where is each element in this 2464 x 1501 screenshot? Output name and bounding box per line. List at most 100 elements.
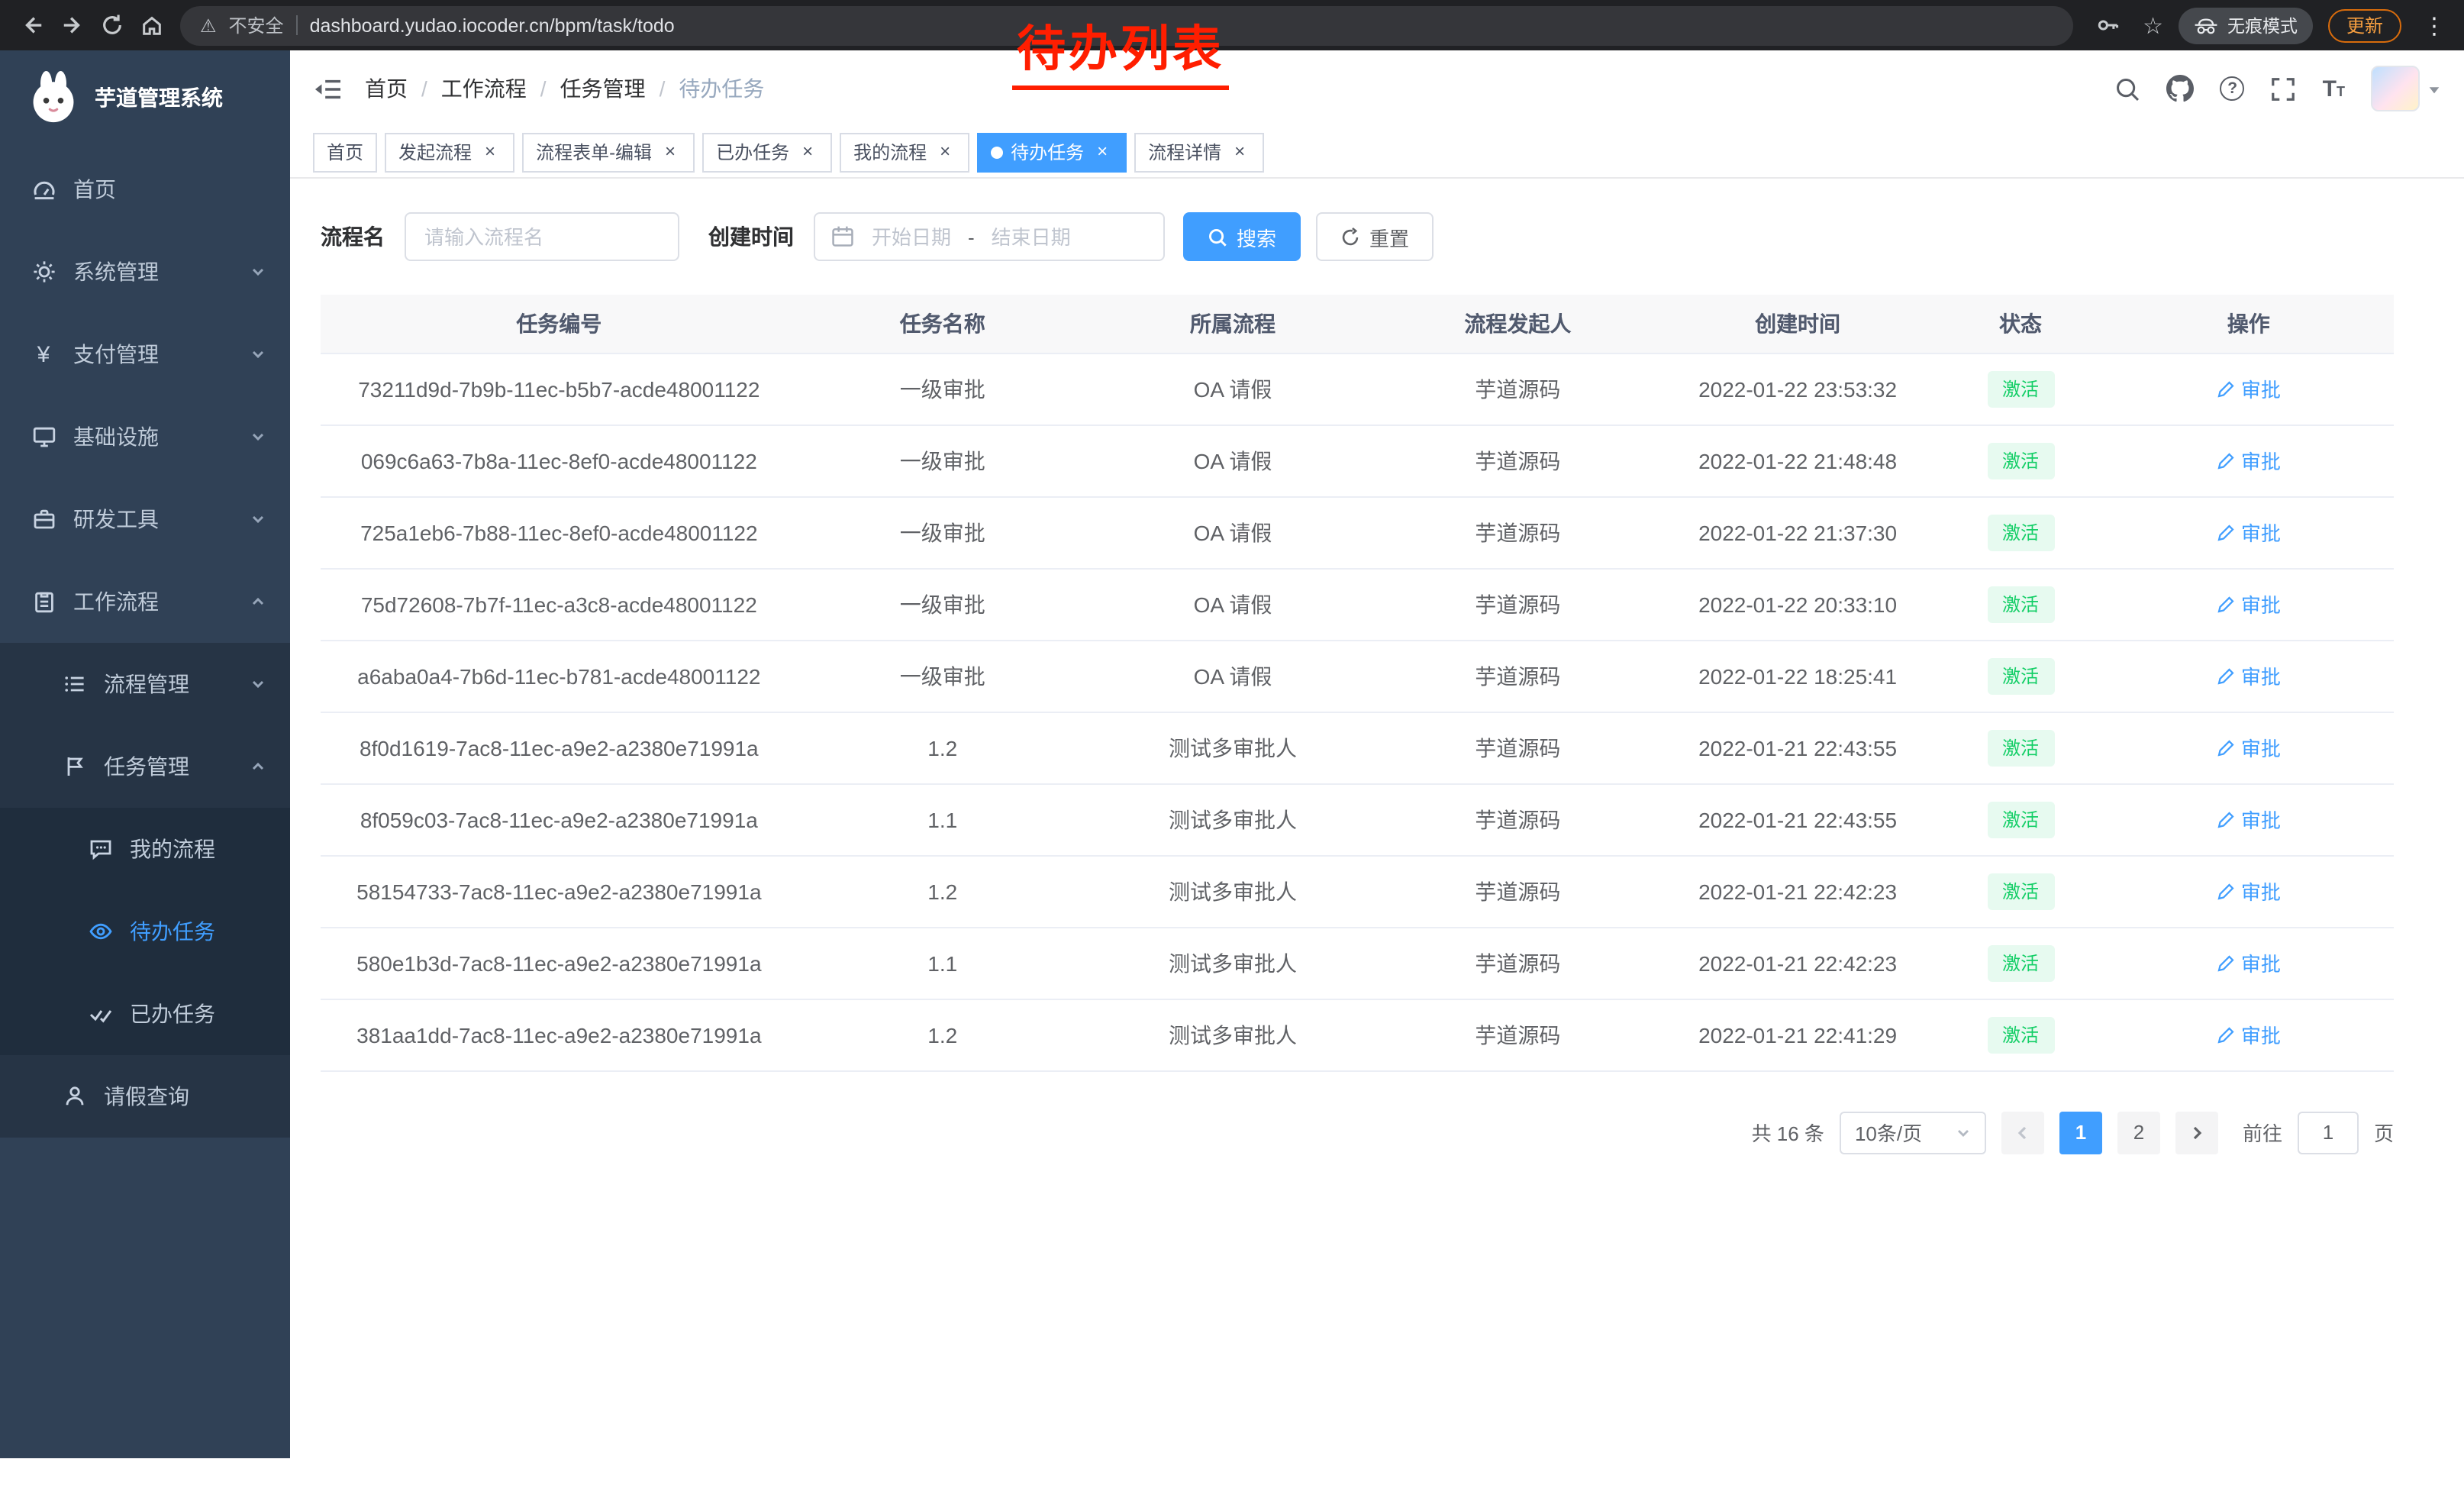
sidebar-item-label: 请假查询 (104, 1081, 189, 1112)
search-button[interactable]: 搜索 (1183, 212, 1301, 261)
status-badge: 激活 (1987, 873, 2054, 909)
tag-my-process[interactable]: 我的流程 × (840, 132, 969, 172)
tag-done-tasks[interactable]: 已办任务 × (702, 132, 832, 172)
approve-link[interactable]: 审批 (2217, 948, 2281, 977)
chevron-down-icon (250, 512, 266, 527)
github-icon[interactable] (2167, 75, 2195, 102)
not-secure-label[interactable]: 不安全 (229, 12, 284, 38)
browser-menu-icon[interactable]: ⋮ (2417, 11, 2452, 39)
dashboard-icon (31, 177, 56, 202)
goto-page-input[interactable] (2298, 1111, 2359, 1154)
edit-icon (2217, 954, 2235, 972)
browser-home-icon[interactable] (131, 5, 171, 45)
create-time-label: 创建时间 (708, 221, 794, 252)
sidebar-item-process-management[interactable]: 流程管理 (0, 643, 290, 725)
browser-forward-icon[interactable] (52, 5, 92, 45)
approve-link[interactable]: 审批 (2217, 1020, 2281, 1049)
approve-link[interactable]: 审批 (2217, 805, 2281, 834)
url-text[interactable]: dashboard.yudao.iocoder.cn/bpm/task/todo (310, 15, 675, 36)
tag-start-process[interactable]: 发起流程 × (385, 132, 514, 172)
approve-link[interactable]: 审批 (2217, 446, 2281, 475)
browser-update-button[interactable]: 更新 (2328, 8, 2401, 42)
sidebar-item-infrastructure[interactable]: 基础设施 (0, 395, 290, 478)
approve-link[interactable]: 审批 (2217, 374, 2281, 403)
approve-link[interactable]: 审批 (2217, 876, 2281, 905)
start-date-input[interactable] (864, 225, 959, 248)
sidebar-collapse-icon[interactable] (313, 76, 342, 102)
chat-icon (88, 837, 112, 861)
eye-icon (88, 919, 112, 944)
status-badge: 激活 (1987, 514, 2054, 550)
font-size-icon[interactable]: TT (2323, 77, 2345, 100)
sidebar-item-todo-tasks[interactable]: 待办任务 (0, 890, 290, 973)
sidebar-item-label: 支付管理 (73, 339, 159, 370)
breadcrumb-workflow[interactable]: 工作流程 (441, 73, 527, 104)
monitor-icon (31, 424, 56, 449)
approve-link[interactable]: 审批 (2217, 518, 2281, 547)
end-date-input[interactable] (984, 225, 1079, 248)
table-row: 73211d9d-7b9b-11ec-b5b7-acde48001122 一级审… (321, 353, 2394, 424)
prev-page-button[interactable] (2001, 1111, 2044, 1154)
close-icon[interactable]: × (1229, 141, 1250, 163)
col-create-time: 创建时间 (1658, 295, 1938, 353)
app-logo-row: 芋道管理系统 (0, 50, 290, 145)
sidebar-item-label: 待办任务 (130, 916, 215, 947)
sidebar-item-label: 工作流程 (73, 586, 159, 617)
person-icon (62, 1084, 86, 1109)
calendar-icon (830, 224, 855, 249)
bookmark-star-icon[interactable]: ☆ (2143, 11, 2163, 39)
user-menu[interactable] (2371, 66, 2441, 111)
approve-link[interactable]: 审批 (2217, 733, 2281, 762)
help-icon[interactable]: ? (2221, 76, 2245, 101)
tag-process-form-edit[interactable]: 流程表单-编辑 × (522, 132, 695, 172)
close-icon[interactable]: × (479, 141, 501, 163)
sidebar-item-payment[interactable]: ¥ 支付管理 (0, 313, 290, 395)
sidebar-item-label: 已办任务 (130, 999, 215, 1029)
fullscreen-icon[interactable] (2271, 76, 2297, 102)
search-icon[interactable] (2115, 76, 2141, 102)
close-icon[interactable]: × (1092, 141, 1113, 163)
sidebar-item-workflow[interactable]: 工作流程 (0, 560, 290, 643)
incognito-badge: 无痕模式 (2179, 7, 2313, 44)
tag-todo-tasks[interactable]: 待办任务 × (977, 132, 1127, 172)
password-key-icon[interactable] (2088, 5, 2127, 45)
reset-button[interactable]: 重置 (1316, 212, 1434, 261)
close-icon[interactable]: × (797, 141, 818, 163)
sidebar-item-done-tasks[interactable]: 已办任务 (0, 973, 290, 1055)
user-avatar[interactable] (2371, 66, 2420, 111)
table-row: 725a1eb6-7b88-11ec-8ef0-acde48001122 一级审… (321, 496, 2394, 568)
browser-reload-icon[interactable] (92, 5, 131, 45)
sidebar: 芋道管理系统 首页 系统管理 ¥ 支付管理 (0, 50, 290, 1458)
sidebar-item-dev-tools[interactable]: 研发工具 (0, 478, 290, 560)
gear-icon (31, 260, 56, 284)
filter-bar: 流程名 创建时间 - 搜索 重置 (321, 212, 2394, 261)
app-title: 芋道管理系统 (95, 82, 223, 113)
next-page-button[interactable] (2175, 1111, 2218, 1154)
tag-process-detail[interactable]: 流程详情 × (1134, 132, 1264, 172)
double-check-icon (88, 1002, 112, 1026)
tag-home[interactable]: 首页 (313, 132, 377, 172)
col-task-name: 任务名称 (798, 295, 1088, 353)
sidebar-item-system[interactable]: 系统管理 (0, 231, 290, 313)
sidebar-item-label: 流程管理 (104, 669, 189, 699)
sidebar-item-home[interactable]: 首页 (0, 148, 290, 231)
date-range-picker[interactable]: - (814, 212, 1165, 261)
close-icon[interactable]: × (934, 141, 956, 163)
breadcrumb-task-management[interactable]: 任务管理 (560, 73, 646, 104)
approve-link[interactable]: 审批 (2217, 589, 2281, 618)
sidebar-item-my-process[interactable]: 我的流程 (0, 808, 290, 890)
sidebar-item-task-management[interactable]: 任务管理 (0, 725, 290, 808)
flag-icon (62, 754, 86, 779)
sidebar-item-label: 任务管理 (104, 751, 189, 782)
close-icon[interactable]: × (660, 141, 681, 163)
process-name-input[interactable] (405, 212, 679, 261)
page-button-2[interactable]: 2 (2117, 1111, 2160, 1154)
breadcrumb-home[interactable]: 首页 (365, 73, 408, 104)
approve-link[interactable]: 审批 (2217, 661, 2281, 690)
page-size-select[interactable]: 10条/页 (1840, 1111, 1986, 1154)
table-row: 8f0d1619-7ac8-11ec-a9e2-a2380e71991a 1.2… (321, 712, 2394, 783)
page-button-1[interactable]: 1 (2059, 1111, 2102, 1154)
sidebar-item-label: 首页 (73, 174, 116, 205)
sidebar-item-leave-query[interactable]: 请假查询 (0, 1055, 290, 1138)
browser-back-icon[interactable] (12, 5, 52, 45)
